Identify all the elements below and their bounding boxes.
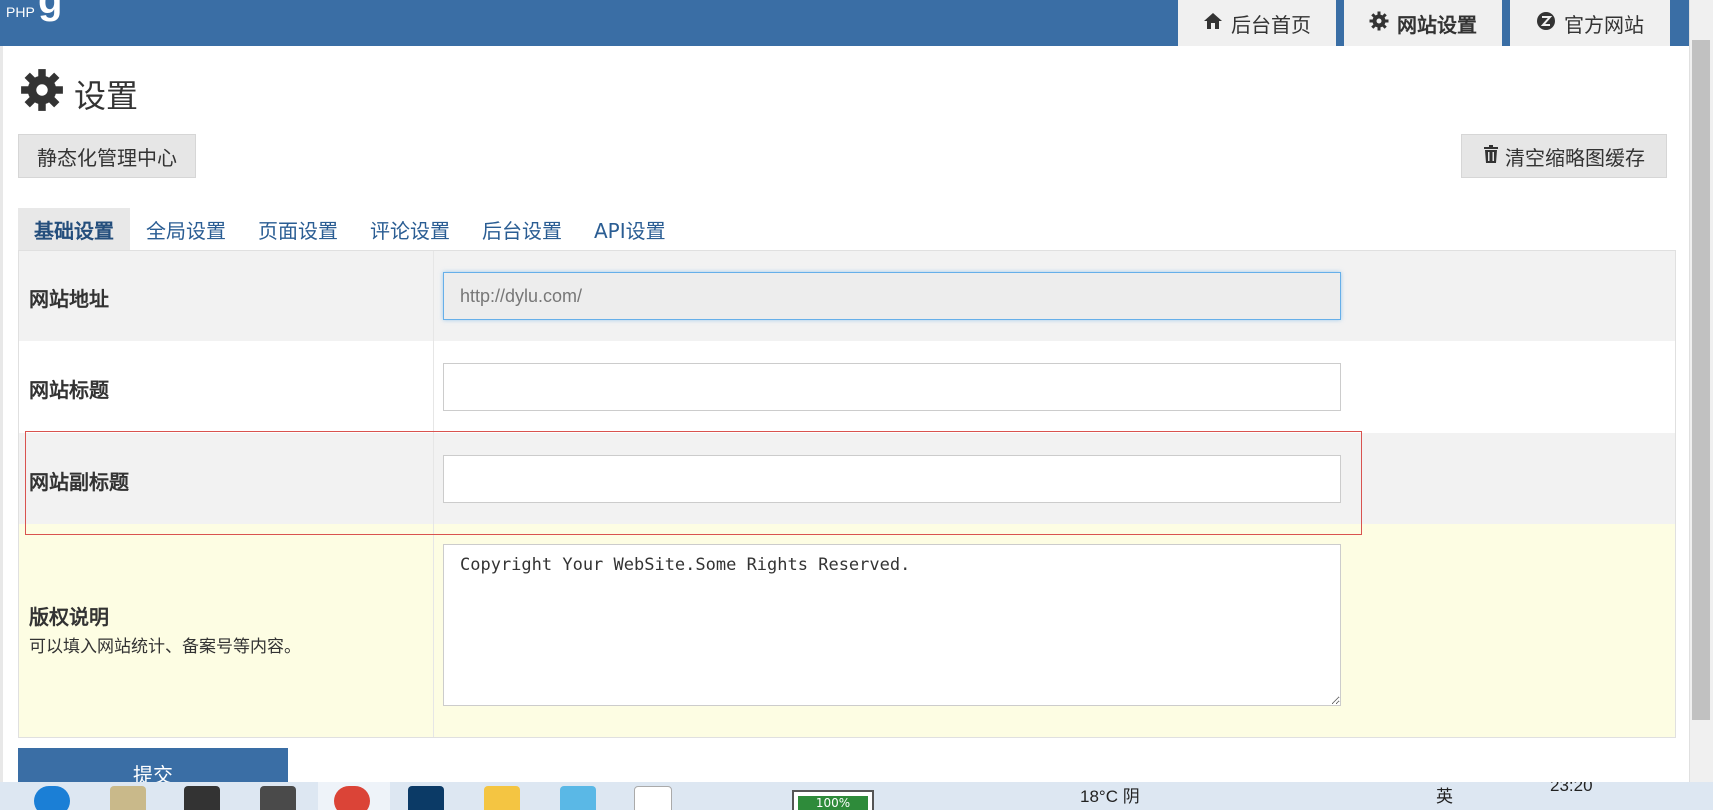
- tab-admin[interactable]: 后台设置: [466, 208, 578, 250]
- app-icon[interactable]: [560, 786, 596, 810]
- row-site-subtitle: 网站副标题: [19, 433, 1675, 524]
- photoshop-icon[interactable]: [408, 786, 444, 810]
- copyright-textarea[interactable]: Copyright Your WebSite.Some Rights Reser…: [443, 544, 1341, 706]
- row-label-cell: 版权说明 可以填入网站统计、备案号等内容。: [19, 524, 434, 737]
- ime-indicator[interactable]: 英: [1436, 782, 1453, 807]
- settings-form: 网站地址 网站标题 网站副标题 版权说明 可以填入网站统计、备案号等内容。 Co…: [18, 250, 1676, 738]
- sublime-icon[interactable]: [260, 786, 296, 810]
- tab-global[interactable]: 全局设置: [130, 208, 242, 250]
- site-url-label: 网站地址: [29, 287, 109, 311]
- row-site-title: 网站标题: [19, 341, 1675, 433]
- site-title-label: 网站标题: [29, 378, 109, 402]
- site-title-input[interactable]: [443, 363, 1341, 411]
- scrollbar-thumb[interactable]: [1692, 40, 1710, 720]
- tab-page[interactable]: 页面设置: [242, 208, 354, 250]
- page-title-text: 设置: [74, 77, 139, 115]
- nav-dashboard[interactable]: 后台首页: [1178, 0, 1336, 46]
- weather-text[interactable]: 18°C 阴: [1080, 782, 1140, 807]
- copyright-label: 版权说明: [29, 605, 109, 629]
- os-taskbar: 100% 18°C 阴 英 23:20: [0, 782, 1713, 810]
- battery-percent: 100%: [815, 796, 851, 810]
- clock-time[interactable]: 23:20: [1550, 782, 1593, 796]
- clear-thumbnail-cache-button[interactable]: 清空缩略图缓存: [1461, 134, 1667, 178]
- chrome-icon[interactable]: [334, 786, 370, 810]
- home-icon: [1203, 11, 1223, 36]
- row-copyright: 版权说明 可以填入网站统计、备案号等内容。 Copyright Your Web…: [19, 524, 1675, 737]
- trash-icon: [1483, 144, 1499, 168]
- tab-basic[interactable]: 基础设置: [18, 208, 130, 250]
- tab-api[interactable]: API设置: [578, 208, 682, 250]
- nav-dashboard-label: 后台首页: [1231, 12, 1311, 37]
- gear-icon: [20, 68, 64, 120]
- battery-indicator[interactable]: 100%: [792, 790, 874, 810]
- logo-mark: g: [38, 0, 63, 22]
- file-explorer-icon[interactable]: [484, 786, 520, 810]
- typora-icon[interactable]: [634, 786, 672, 810]
- site-url-input[interactable]: [443, 272, 1341, 320]
- row-site-url: 网站地址: [19, 251, 1675, 341]
- nav-site-settings-label: 网站设置: [1397, 12, 1477, 37]
- row-label-cell: 网站标题: [19, 341, 434, 433]
- site-subtitle-label: 网站副标题: [29, 470, 129, 494]
- z-circle-icon: [1536, 11, 1556, 36]
- gear-icon: [1369, 11, 1389, 36]
- nav-official-site[interactable]: 官方网站: [1510, 0, 1670, 46]
- page-title: 设置: [20, 68, 138, 120]
- row-label-cell: 网站副标题: [19, 433, 434, 524]
- nav-site-settings[interactable]: 网站设置: [1344, 0, 1502, 46]
- left-border: [0, 46, 3, 782]
- clear-cache-label: 清空缩略图缓存: [1505, 145, 1645, 170]
- nav-official-site-label: 官方网站: [1564, 12, 1644, 37]
- static-manage-button[interactable]: 静态化管理中心: [18, 134, 196, 178]
- settings-tabs: 基础设置 全局设置 页面设置 评论设置 后台设置 API设置: [18, 208, 682, 250]
- static-manage-label: 静态化管理中心: [37, 145, 177, 170]
- site-subtitle-input[interactable]: [443, 455, 1341, 503]
- app-logo[interactable]: g PHP: [2, 0, 82, 30]
- logo-text: PHP: [6, 4, 35, 20]
- row-label-cell: 网站地址: [19, 251, 434, 341]
- edge-browser-icon[interactable]: [34, 786, 70, 810]
- notepad-icon[interactable]: [110, 786, 146, 810]
- copyright-help-text: 可以填入网站统计、备案号等内容。: [29, 637, 301, 657]
- terminal-icon[interactable]: [184, 786, 220, 810]
- tab-comment[interactable]: 评论设置: [354, 208, 466, 250]
